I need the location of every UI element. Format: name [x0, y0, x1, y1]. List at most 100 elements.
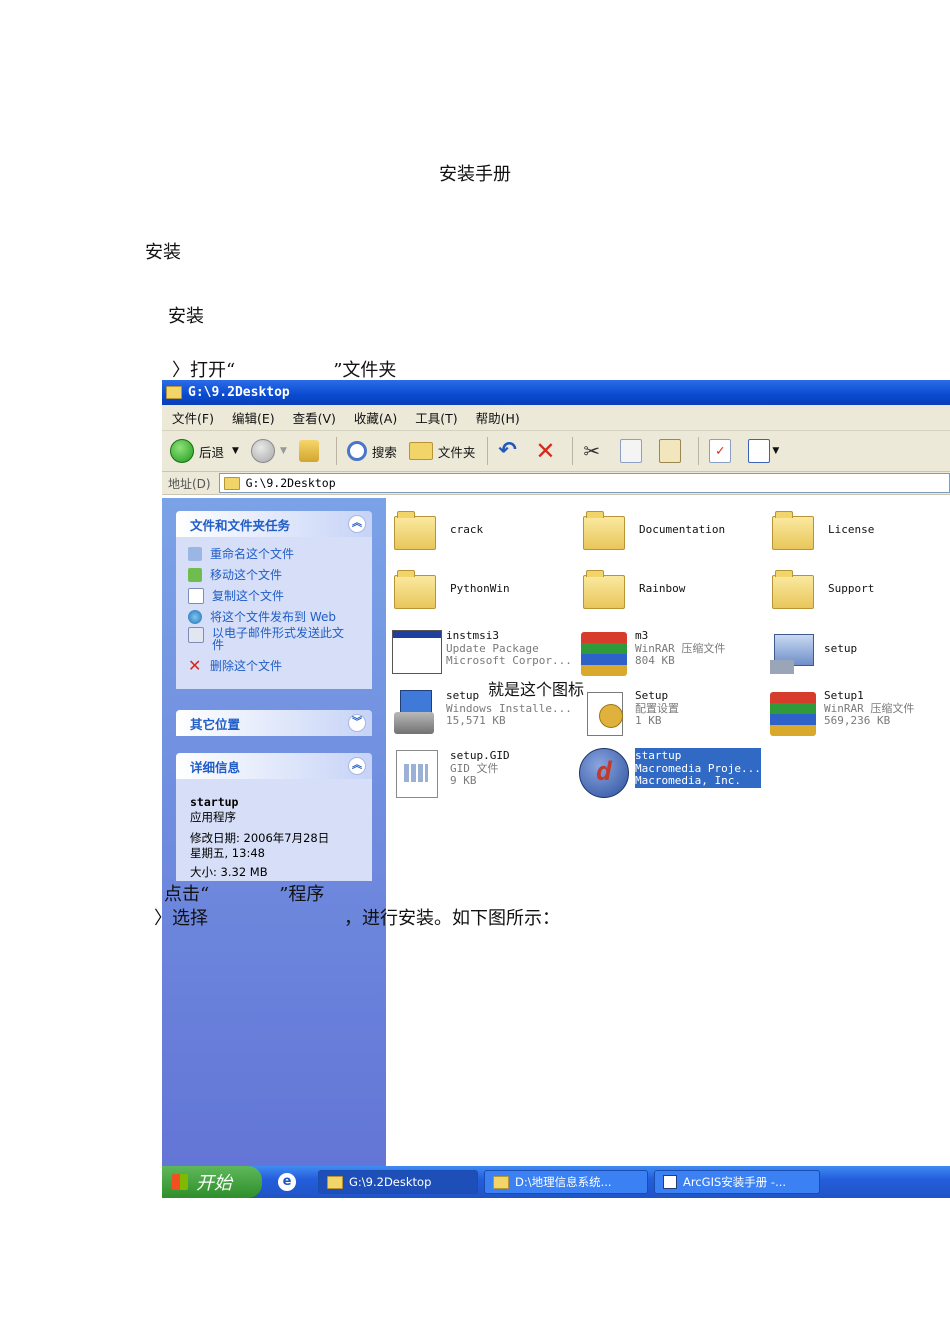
details-file-name: startup [190, 795, 239, 809]
folder-icon [583, 511, 625, 550]
properties-button[interactable]: ✓ [709, 439, 736, 463]
task-publish-web[interactable]: 将这个文件发布到 Web [176, 606, 372, 627]
task-move[interactable]: 移动这个文件 [176, 564, 372, 585]
search-icon [346, 441, 367, 461]
file-name: Documentation [639, 523, 726, 536]
folder-icon [394, 570, 436, 609]
details-file-type: 应用程序 [190, 810, 236, 824]
menu-bar: 文件(F) 编辑(E) 查看(V) 收藏(A) 工具(T) 帮助(H) [162, 405, 950, 431]
file-item-setup-gid[interactable]: setup.GID GID 文件 9 KB [394, 748, 510, 798]
start-button[interactable]: 开始 [162, 1166, 262, 1198]
other-places-header[interactable]: 其它位置 ︾ [176, 710, 372, 736]
step-open-prefix: 〉打开“ [172, 360, 236, 381]
file-item-m3[interactable]: m3 WinRAR 压缩文件 804 KB [579, 628, 725, 676]
back-button[interactable]: 后退 ▼ [170, 439, 239, 463]
forward-button[interactable]: ▼ [250, 439, 287, 463]
file-name: setup [824, 642, 858, 655]
delete-x-icon: ✕ [188, 655, 202, 675]
file-item-startup[interactable]: d startup Macromedia Proje... Macromedia, … [579, 748, 761, 798]
search-button[interactable]: 搜索 [346, 441, 397, 461]
file-tasks-title: 文件和文件夹任务 [190, 517, 291, 533]
taskbar-label: ArcGIS安装手册 -... [683, 1175, 787, 1189]
paste-button[interactable] [659, 439, 686, 463]
taskbar-explorer-window[interactable]: G:\9.2Desktop [318, 1170, 478, 1194]
file-item-setup-ini[interactable]: Setup 配置设置 1 KB [579, 688, 679, 736]
globe-icon [188, 609, 202, 624]
file-tasks-header[interactable]: 文件和文件夹任务 ︽ [176, 511, 372, 537]
cut-button[interactable]: ✂ [583, 440, 608, 462]
taskbar-gis-folder[interactable]: D:\地理信息系统... [484, 1170, 648, 1194]
details-weekday: 星期五, 13:48 [190, 846, 265, 860]
chevron-down-icon[interactable]: ︾ [348, 714, 366, 732]
copy-file-icon [188, 587, 204, 604]
winrar-icon [579, 628, 627, 676]
views-button[interactable]: ▼ [748, 439, 779, 463]
menu-help[interactable]: 帮助(H) [476, 408, 520, 427]
file-publisher: Macromedia, Inc. [635, 774, 741, 787]
menu-tools[interactable]: 工具(T) [415, 408, 457, 427]
ie-icon[interactable]: e [278, 1173, 296, 1191]
task-email[interactable]: 以电子邮件形式发送此文件 [176, 627, 372, 655]
file-name: setup.GID [450, 749, 510, 762]
menu-view[interactable]: 查看(V) [293, 408, 336, 427]
folder-icon [223, 476, 240, 490]
folder-icon [327, 1175, 343, 1189]
file-list: crack Documentation License PythonWin Ra… [386, 498, 950, 1166]
menu-edit[interactable]: 编辑(E) [232, 408, 275, 427]
menu-file[interactable]: 文件(F) [172, 408, 214, 427]
file-item-pythonwin[interactable]: PythonWin [394, 565, 510, 613]
taskbar-label: G:\9.2Desktop [349, 1175, 432, 1189]
windows-installer-icon [390, 688, 438, 736]
file-item-documentation[interactable]: Documentation [583, 506, 725, 554]
file-item-instmsi3[interactable]: instmsi3 Update Package Microsoft Corpor..… [390, 628, 572, 676]
task-copy-label: 复制这个文件 [212, 589, 285, 603]
views-dropdown-icon[interactable]: ▼ [772, 446, 779, 456]
views-icon [748, 439, 771, 463]
file-item-crack[interactable]: crack [394, 506, 483, 554]
address-input[interactable]: G:\9.2Desktop [218, 473, 950, 493]
step-select: 〉选择 ，进行安装。如下图所示： [154, 904, 560, 930]
step-click-prefix: 点击“ [164, 884, 210, 905]
file-name: PythonWin [450, 582, 510, 595]
copy-button[interactable] [620, 439, 647, 463]
folders-button[interactable]: 文件夹 [408, 442, 475, 461]
details-panel: 详细信息 ︽ startup 应用程序 修改日期: 2006年7月28日 星期五,… [176, 753, 372, 881]
folder-icon [772, 570, 814, 609]
file-name: Support [828, 582, 875, 595]
chevron-up-icon[interactable]: ︽ [348, 757, 366, 775]
window-titlebar[interactable]: G:\9.2Desktop [162, 380, 950, 405]
details-header[interactable]: 详细信息 ︽ [176, 753, 372, 779]
back-arrow-icon [170, 439, 194, 463]
task-rename[interactable]: 重命名这个文件 [176, 543, 372, 564]
menu-favorites[interactable]: 收藏(A) [354, 408, 397, 427]
file-item-support[interactable]: Support [772, 565, 874, 613]
chevron-up-icon[interactable]: ︽ [348, 515, 366, 533]
details-title: 详细信息 [190, 759, 241, 775]
file-item-rainbow[interactable]: Rainbow [583, 565, 685, 613]
task-publish-label: 将这个文件发布到 Web [210, 610, 336, 624]
doc-title: 安装手册 [439, 164, 511, 185]
forward-dropdown-icon[interactable]: ▼ [280, 446, 287, 456]
file-item-license[interactable]: License [772, 506, 874, 554]
heading-install: 安装 [145, 242, 181, 263]
folder-icon [772, 511, 814, 550]
file-name: startup [635, 749, 682, 762]
file-item-setup1[interactable]: Setup1 WinRAR 压缩文件 569,236 KB [768, 688, 914, 736]
undo-button[interactable]: ↶ [498, 440, 523, 462]
email-icon [188, 627, 204, 643]
toolbar-separator [335, 437, 337, 465]
paste-icon [659, 439, 682, 463]
delete-icon: ✕ [535, 437, 556, 465]
scissors-icon: ✂ [583, 439, 601, 463]
file-item-setup-exe[interactable]: setup [768, 628, 857, 676]
file-size: 9 KB [450, 774, 477, 787]
step-open-folder: 〉打开“ ”文件夹 [172, 356, 396, 382]
address-value: G:\9.2Desktop [245, 476, 336, 490]
taskbar-arcgis-doc[interactable]: ArcGIS安装手册 -... [654, 1170, 820, 1194]
task-copy[interactable]: 复制这个文件 [176, 585, 372, 606]
back-dropdown-icon[interactable]: ▼ [232, 446, 239, 456]
delete-button[interactable]: ✕ [535, 437, 560, 465]
config-file-icon [579, 688, 627, 736]
task-delete[interactable]: ✕ 删除这个文件 [176, 655, 372, 676]
up-folder-button[interactable] [298, 440, 324, 462]
